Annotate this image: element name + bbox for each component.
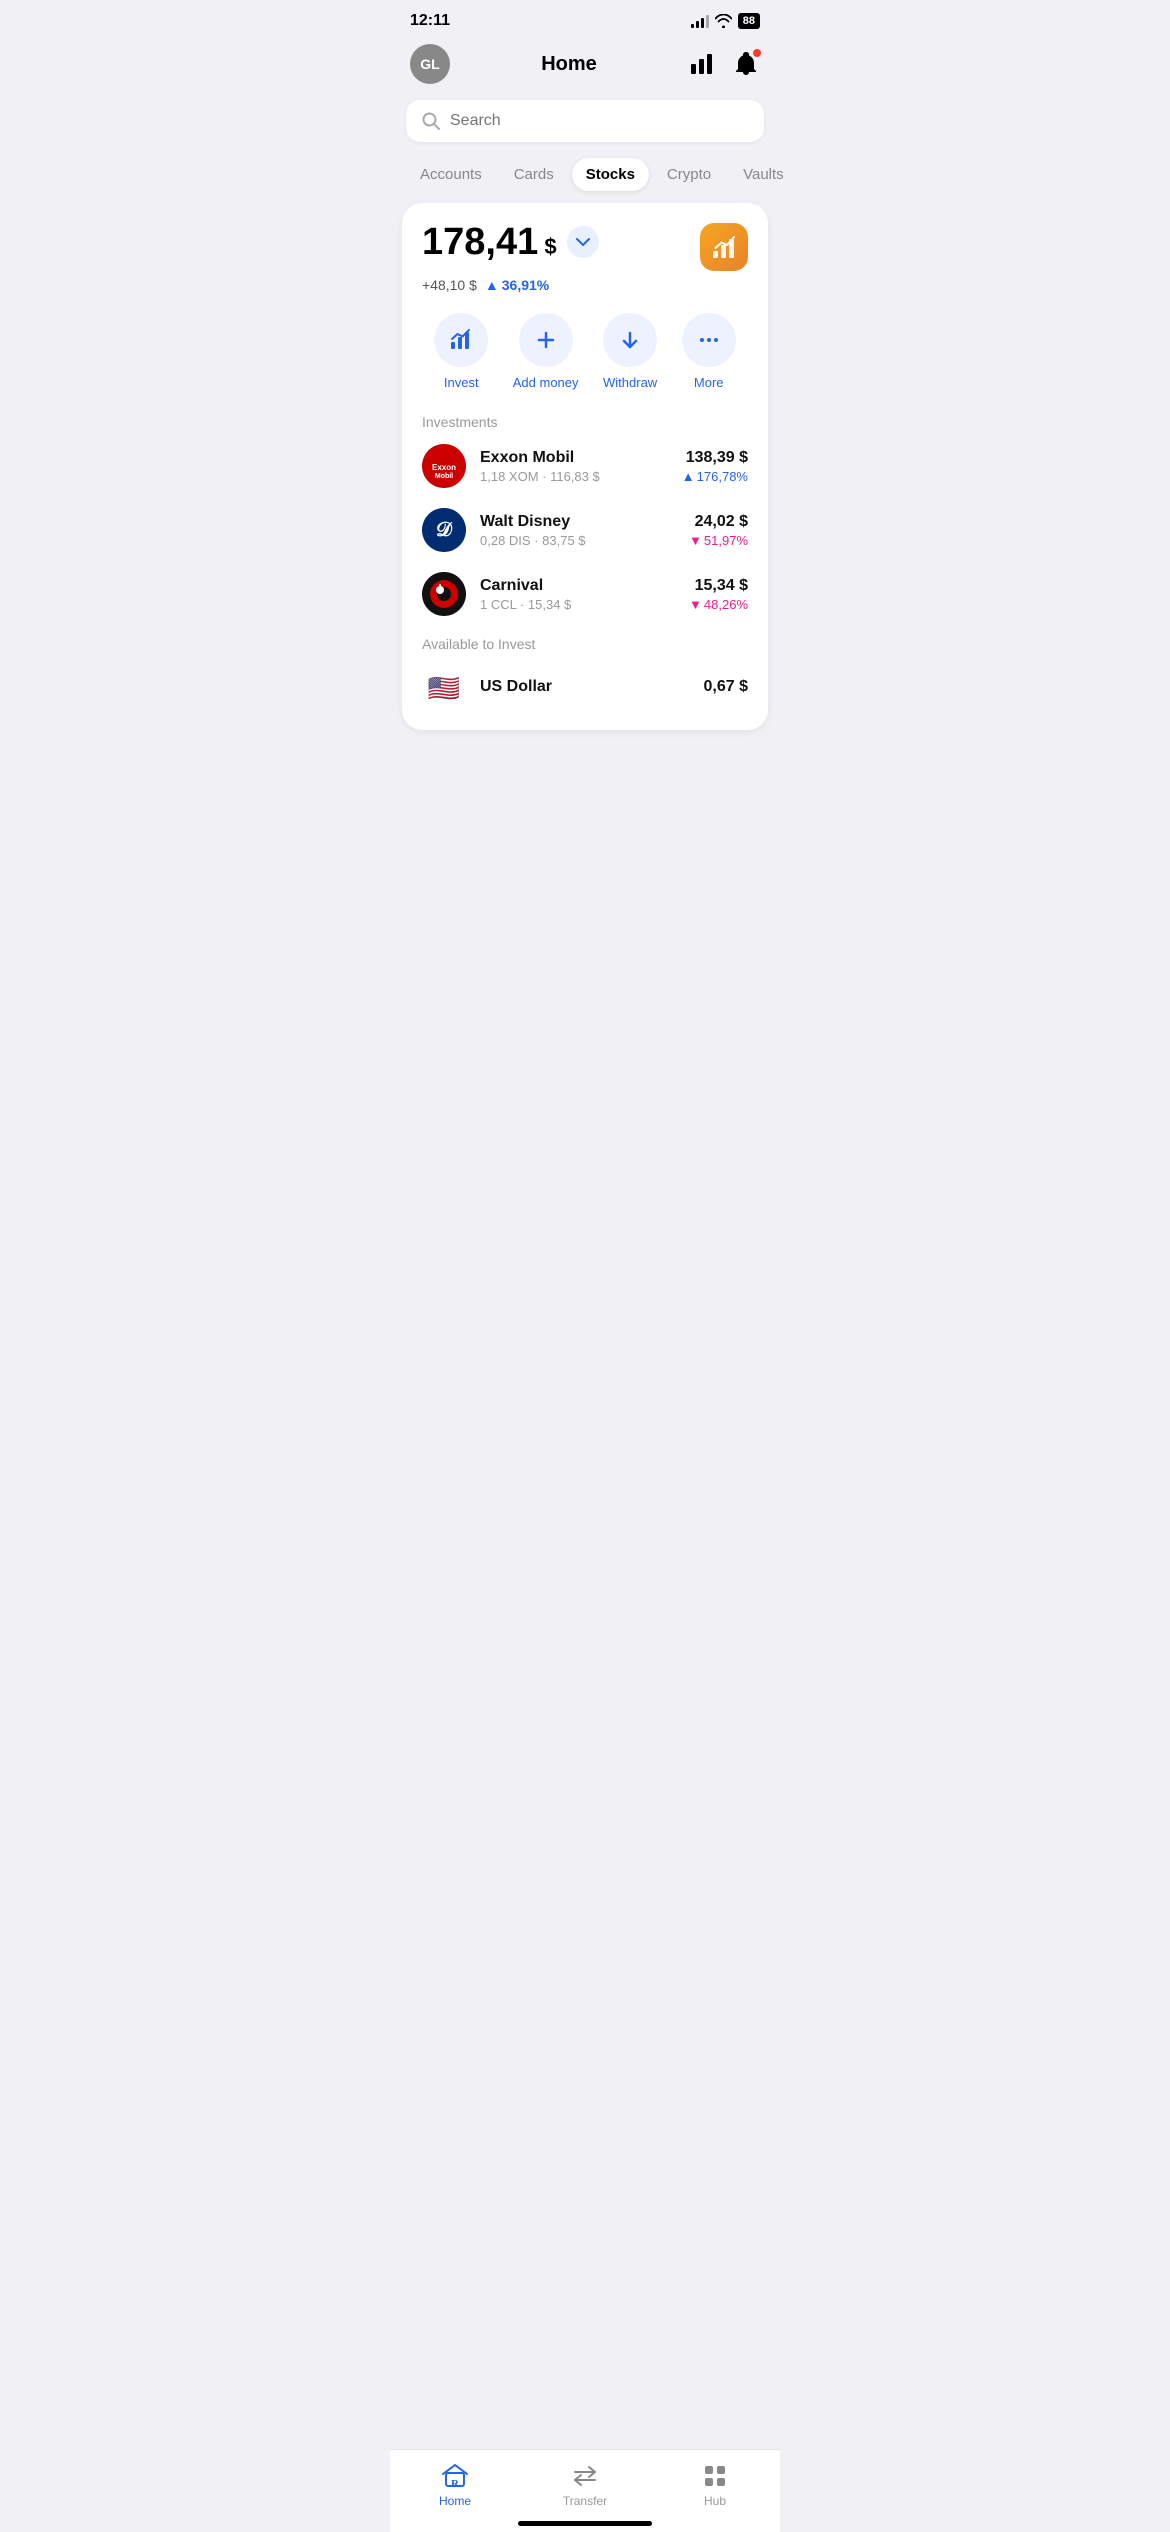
invest-button[interactable]: Invest [434,313,488,390]
home-nav-icon: R [441,2462,469,2490]
usd-flag: 🇺🇸 [422,666,466,710]
carnival-logo [422,572,466,616]
disney-detail: 0,28 DIS · 83,75 $ [480,533,675,548]
disney-values: 24,02 $ ▼ 51,97% [689,513,748,548]
add-money-label: Add money [513,375,579,390]
withdraw-button[interactable]: Withdraw [603,313,657,390]
tab-accounts[interactable]: Accounts [406,158,496,191]
portfolio-icon [700,223,748,271]
usd-values: 0,67 $ [704,678,748,698]
bottom-nav: R Home Transfer Hub [390,2449,780,2532]
add-money-button[interactable]: Add money [513,313,579,390]
transfer-nav-icon [571,2462,599,2490]
status-icons: 88 [691,13,760,29]
investment-item-disney[interactable]: 𝒟 Walt Disney 0,28 DIS · 83,75 $ 24,02 $… [422,508,748,552]
avatar[interactable]: GL [410,44,450,84]
hub-nav-icon [701,2462,729,2490]
chevron-down-button[interactable] [567,226,599,258]
home-nav-label: Home [439,2494,471,2508]
usd-info: US Dollar [480,678,690,698]
notification-icon[interactable] [732,50,760,78]
home-indicator [518,2521,652,2526]
notification-dot [753,49,761,57]
us-flag-icon: 🇺🇸 [428,673,460,704]
exxon-values: 138,39 $ ▲ 176,78% [682,449,748,484]
actions: Invest Add money Withdraw [422,313,748,390]
nav-hub[interactable]: Hub [680,2462,750,2508]
balance-left: 178,41 $ [422,223,599,261]
balance-amount: 178,41 $ [422,223,557,261]
more-label: More [694,375,724,390]
hub-nav-label: Hub [704,2494,726,2508]
exxon-amount: 138,39 $ [682,449,748,467]
arrow-down-icon: ▼ [689,597,702,612]
page-title: Home [541,53,597,76]
tab-vaults[interactable]: Vaults [729,158,798,191]
search-bar[interactable] [406,100,764,142]
exxon-detail: 1,18 XOM · 116,83 $ [480,469,668,484]
svg-text:Mobil: Mobil [435,473,453,480]
disney-logo: 𝒟 [422,508,466,552]
available-section: Available to Invest 🇺🇸 US Dollar 0,67 $ [422,636,748,710]
investments-label: Investments [422,414,748,430]
carnival-detail: 1 CCL · 15,34 $ [480,597,675,612]
carnival-name: Carnival [480,577,675,595]
portfolio-card: 178,41 $ +48,10 $ ▲ 36,91% [402,203,768,730]
investment-item-carnival[interactable]: Carnival 1 CCL · 15,34 $ 15,34 $ ▼ 48,26… [422,572,748,616]
svg-text:𝒟: 𝒟 [436,519,453,541]
arrow-down-icon: ▼ [689,533,702,548]
tab-cards[interactable]: Cards [500,158,568,191]
exxon-info: Exxon Mobil 1,18 XOM · 116,83 $ [480,449,668,484]
status-time: 12:11 [410,12,450,30]
header-icons [688,50,760,78]
exxon-logo: Exxon Mobil [422,444,466,488]
available-label: Available to Invest [422,636,748,652]
carnival-values: 15,34 $ ▼ 48,26% [689,577,748,612]
arrow-up-icon: ▲ [485,277,499,293]
disney-amount: 24,02 $ [689,513,748,531]
carnival-change: ▼ 48,26% [689,597,748,612]
change-row: +48,10 $ ▲ 36,91% [422,277,748,293]
more-icon [682,313,736,367]
usd-amount: 0,67 $ [704,678,748,696]
arrow-up-icon: ▲ [682,469,695,484]
status-bar: 12:11 88 [390,0,780,34]
transfer-nav-label: Transfer [563,2494,607,2508]
change-percent: ▲ 36,91% [485,277,549,293]
withdraw-label: Withdraw [603,375,657,390]
svg-text:Exxon: Exxon [432,463,456,472]
balance-row: 178,41 $ [422,223,748,271]
investment-item-exxon[interactable]: Exxon Mobil Exxon Mobil 1,18 XOM · 116,8… [422,444,748,488]
tab-bar: Accounts Cards Stocks Crypto Vaults [390,158,780,203]
exxon-name: Exxon Mobil [480,449,668,467]
invest-label: Invest [444,375,479,390]
battery-icon: 88 [738,13,760,29]
more-button[interactable]: More [682,313,736,390]
nav-transfer[interactable]: Transfer [550,2462,620,2508]
search-input[interactable] [450,112,748,130]
disney-info: Walt Disney 0,28 DIS · 83,75 $ [480,513,675,548]
search-icon [422,112,440,130]
usd-name: US Dollar [480,678,690,696]
tab-crypto[interactable]: Crypto [653,158,725,191]
header: GL Home [390,34,780,100]
nav-home[interactable]: R Home [420,2462,490,2508]
carnival-amount: 15,34 $ [689,577,748,595]
change-amount: +48,10 $ [422,277,477,293]
disney-change: ▼ 51,97% [689,533,748,548]
tab-stocks[interactable]: Stocks [572,158,649,191]
exxon-change: ▲ 176,78% [682,469,748,484]
signal-icon [691,14,709,28]
svg-text:R: R [451,2478,460,2489]
add-money-icon [519,313,573,367]
invest-icon [434,313,488,367]
withdraw-icon [603,313,657,367]
available-item-usd[interactable]: 🇺🇸 US Dollar 0,67 $ [422,666,748,710]
carnival-info: Carnival 1 CCL · 15,34 $ [480,577,675,612]
chart-icon[interactable] [688,50,716,78]
disney-name: Walt Disney [480,513,675,531]
wifi-icon [715,14,732,28]
